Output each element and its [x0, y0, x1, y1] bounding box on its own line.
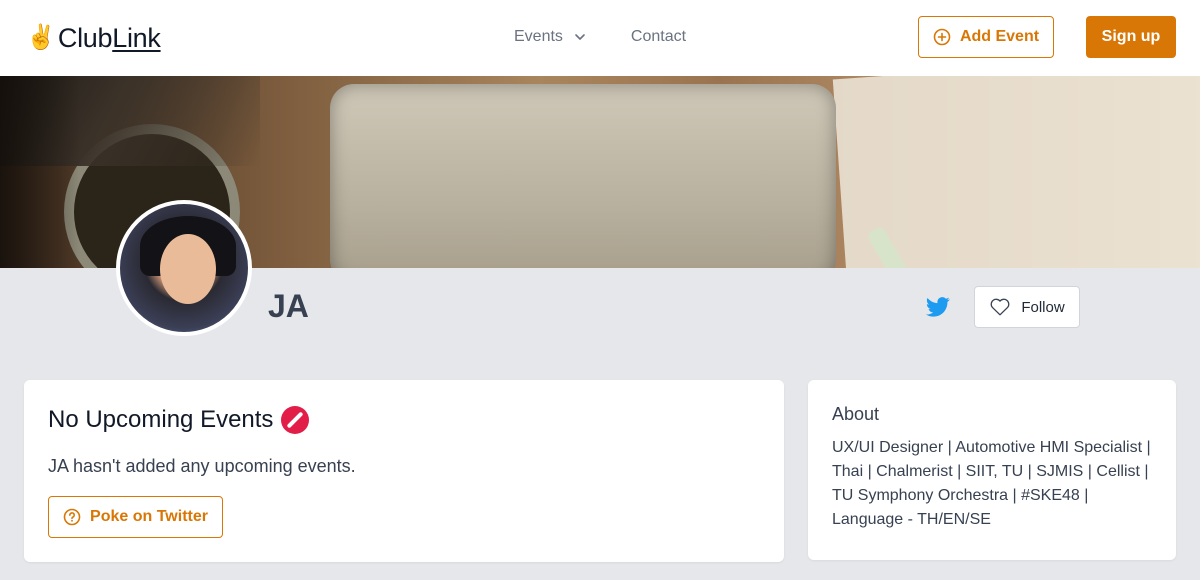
clublink-logo[interactable]: ✌️ ClubLink — [26, 22, 161, 54]
signup-label: Sign up — [1101, 28, 1161, 45]
chevron-down-icon — [575, 34, 585, 40]
logo-text: ClubLink — [57, 23, 161, 53]
muted-speaker-icon — [281, 406, 310, 434]
nav-contact-label: Contact — [630, 28, 687, 45]
add-event-label: Add Event — [959, 28, 1040, 45]
nav-events-label: Events — [514, 28, 563, 45]
nav-events-dropdown[interactable]: Events — [514, 26, 587, 48]
follow-label: Follow — [1021, 298, 1065, 316]
events-title-text: No Upcoming Events — [48, 406, 274, 433]
events-title: No Upcoming Events — [48, 404, 310, 436]
top-navbar: ✌️ ClubLink Events Contact Add Event Sig… — [0, 0, 1200, 76]
main-nav: Events Contact — [514, 26, 686, 48]
poke-on-twitter-button[interactable]: Poke on Twitter — [48, 496, 223, 538]
about-bio: UX/UI Designer | Automotive HMI Speciali… — [832, 439, 1151, 528]
follow-button[interactable]: Follow — [974, 286, 1080, 328]
about-title: About — [832, 404, 880, 424]
plus-circle-icon — [933, 28, 951, 46]
about-card: About UX/UI Designer | Automotive HMI Sp… — [808, 380, 1176, 560]
heart-icon — [990, 298, 1010, 316]
profile-name: JA — [268, 288, 309, 324]
signup-button[interactable]: Sign up — [1086, 16, 1176, 58]
victory-hand-icon: ✌️ — [26, 24, 56, 51]
nav-contact-link[interactable]: Contact — [631, 26, 686, 48]
twitter-icon[interactable] — [926, 296, 950, 318]
upcoming-events-card: No Upcoming Events JA hasn't added any u… — [24, 380, 784, 562]
events-empty-text: JA hasn't added any upcoming events. — [48, 456, 356, 476]
profile-avatar — [116, 200, 252, 336]
poke-label: Poke on Twitter — [90, 508, 208, 525]
question-circle-icon — [63, 508, 81, 526]
add-event-button[interactable]: Add Event — [918, 16, 1054, 58]
